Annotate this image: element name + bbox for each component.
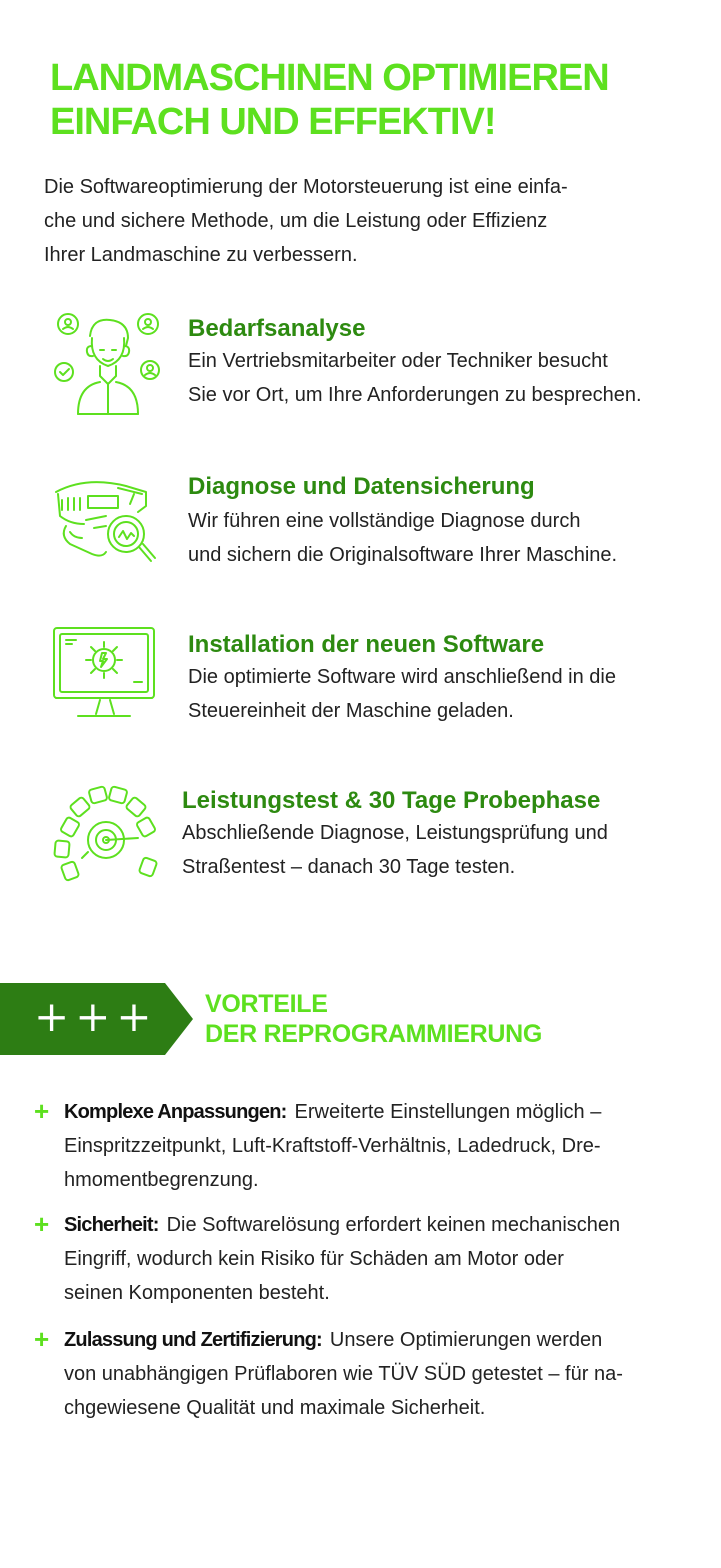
vorteile-title: VORTEILE DER REPROGRAMMIERUNG: [205, 989, 542, 1049]
benefit-label: Zulassung und Zertifizierung:: [64, 1329, 323, 1351]
banner-plus-symbols: +++: [34, 992, 158, 1041]
step-description: Wir führen eine vollständige Diagnose du…: [188, 504, 708, 572]
benefit-text: Sicherheit: Die Softwarelösung erfordert …: [64, 1208, 684, 1310]
benefit-label: Komplexe Anpassungen:: [64, 1101, 287, 1123]
step-description-line-1: Wir führen eine vollständige Diagnose du…: [188, 510, 581, 532]
step-description: Ein Vertriebsmitarbeiter oder Techniker …: [188, 344, 708, 412]
headline-line-1: LANDMASCHINEN OPTIMIEREN: [50, 57, 610, 99]
intro-line-3: Ihrer Landmaschine zu verbessern.: [44, 244, 358, 266]
vorteile-title-line-2: DER REPROGRAMMIERUNG: [205, 1020, 543, 1048]
plus-icon: +: [34, 1096, 50, 1126]
step-description-line-2: Sie vor Ort, um Ihre Anforderungen zu be…: [188, 384, 642, 406]
headline-line-2: EINFACH UND EFFEKTIV!: [50, 101, 497, 143]
step-description: Abschließende Diagnose, Leistungsprüfung…: [182, 816, 702, 884]
intro-text: Die Softwareoptimierung der Motorsteueru…: [44, 170, 664, 272]
vorteile-title-line-1: VORTEILE: [205, 990, 328, 1018]
step-description: Die optimierte Software wird anschließen…: [188, 660, 708, 728]
engine-diagnosis-icon: [48, 466, 160, 578]
step-description-line-1: Die optimierte Software wird anschließen…: [188, 666, 616, 688]
plus-icon: +: [34, 1324, 50, 1354]
benefit-line-3: hmomentbegrenzung.: [64, 1169, 259, 1191]
benefit-text: Komplexe Anpassungen: Erweiterte Einstell…: [64, 1095, 684, 1197]
step-description-line-1: Ein Vertriebsmitarbeiter oder Techniker …: [188, 350, 608, 372]
benefit-label: Sicherheit:: [64, 1214, 159, 1236]
monitor-gear-icon: [48, 622, 160, 734]
step-description-line-2: Steuereinheit der Maschine geladen.: [188, 700, 514, 722]
benefit-line-2: Einspritzzeitpunkt, Luft-Kraftstoff-Verh…: [64, 1135, 601, 1157]
benefit-line-1: Die Softwarelösung erfordert keinen mech…: [166, 1214, 621, 1236]
step-bedarfsanalyse: Bedarfsanalyse Ein Vertriebsmitarbeiter …: [0, 306, 721, 426]
page-headline: LANDMASCHINEN OPTIMIEREN EINFACH UND EFF…: [50, 56, 610, 144]
benefit-line-3: seinen Komponenten besteht.: [64, 1282, 330, 1304]
step-description-line-1: Abschließende Diagnose, Leistungsprüfung…: [182, 822, 608, 844]
step-description-line-2: und sichern die Originalsoftware Ihrer M…: [188, 544, 618, 566]
benefit-text: Zulassung und Zertifizierung: Unsere Opti…: [64, 1323, 684, 1425]
benefit-line-1: Unsere Optimierungen werden: [329, 1329, 603, 1351]
step-diagnose: Diagnose und Datensicherung Wir führen e…: [0, 466, 721, 586]
benefit-line-2: von unabhängigen Prüflaboren wie TÜV SÜD…: [64, 1363, 623, 1385]
step-title: Bedarfsanalyse: [188, 315, 366, 342]
benefit-line-3: chgewiesene Qualität und maximale Sicher…: [64, 1397, 486, 1419]
plus-icon: +: [34, 1209, 50, 1239]
benefit-line-1: Erweiterte Einstellungen möglich –: [294, 1101, 602, 1123]
vorteile-banner: +++: [0, 983, 193, 1055]
consultant-icon: [48, 306, 160, 418]
step-installation: Installation der neuen Software Die opti…: [0, 622, 721, 742]
intro-line-2: che und sichere Methode, um die Leistung…: [44, 210, 548, 232]
benefit-line-2: Eingriff, wodurch kein Risiko für Schäde…: [64, 1248, 564, 1270]
step-title: Diagnose und Datensicherung: [188, 473, 535, 500]
step-description-line-2: Straßentest – danach 30 Tage testen.: [182, 856, 516, 878]
intro-line-1: Die Softwareoptimierung der Motorsteueru…: [44, 176, 568, 198]
step-title: Installation der neuen Software: [188, 631, 545, 658]
step-title: Leistungstest & 30 Tage Probephase: [182, 787, 601, 814]
gauge-icon: [48, 780, 160, 892]
step-leistungstest: Leistungstest & 30 Tage Probephase Absch…: [0, 780, 721, 900]
